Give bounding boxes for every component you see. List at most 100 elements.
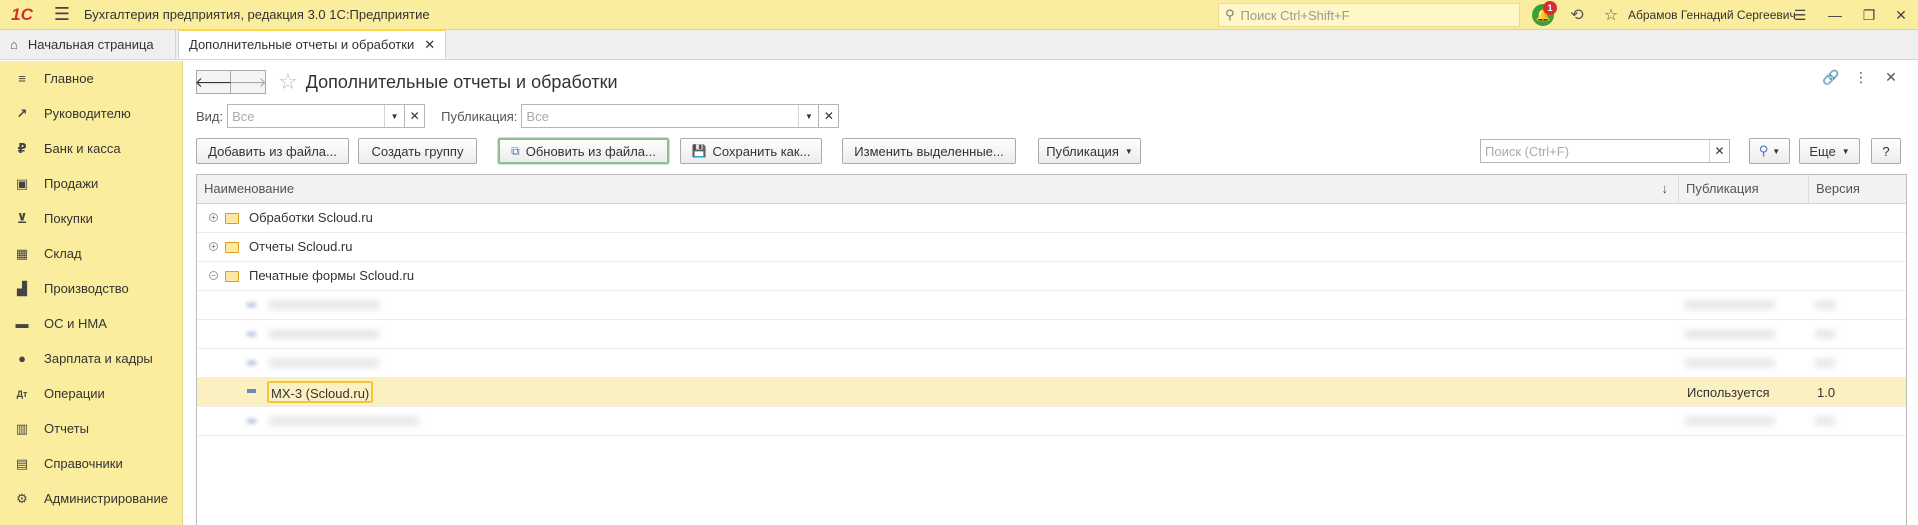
sidebar-item-administration[interactable]: ⚙ Администрирование [0,481,182,516]
redacted-publication [1685,291,1775,319]
chevron-down-icon[interactable]: ▼ [384,105,404,127]
clear-search-icon[interactable]: ✕ [1709,140,1729,162]
redacted-publication [1685,349,1775,377]
column-header-publication[interactable]: Публикация [1679,175,1809,203]
update-file-icon: ⧉ [511,143,520,158]
sidebar-item-bank[interactable]: ₽ Банк и касса [0,131,182,166]
favorite-star-icon[interactable]: ☆ [278,69,298,95]
table-row[interactable]: − Печатные формы Scloud.ru [197,262,1906,291]
sidebar-item-purchases[interactable]: ⊻ Покупки [0,201,182,236]
redacted-name [269,407,419,435]
expand-icon[interactable]: + [209,242,218,251]
trend-icon: ↗ [16,105,28,121]
help-button[interactable]: ? [1871,138,1901,164]
tab-bar: ⌂ Начальная страница Дополнительные отче… [0,29,1918,60]
sidebar-item-reports[interactable]: ▥ Отчеты [0,411,182,446]
truck-icon: ▬ [15,316,29,331]
publication-menu-button[interactable]: Публикация ▼ [1038,138,1141,164]
restore-icon[interactable]: ❐ [1852,0,1886,30]
history-icon[interactable]: ⟲ [1560,0,1594,30]
sidebar-item-salary[interactable]: ● Зарплата и кадры [0,341,182,376]
chevron-down-icon[interactable]: ▼ [798,105,818,127]
sidebar-item-label: Руководителю [44,106,131,121]
main-menu-icon[interactable]: ☰ [44,0,80,30]
close-tab-icon[interactable]: ✕ [424,37,435,53]
publication-filter-select[interactable]: Все ▼ [521,104,820,128]
sort-arrow-icon: ↓ [1661,181,1669,196]
change-selected-button[interactable]: Изменить выделенные... [842,138,1016,164]
redacted-name [269,291,379,319]
back-button[interactable]: 🡐 [195,70,232,94]
search-icon: ⚲ [1225,7,1235,22]
sidebar-item-manager[interactable]: ↗ Руководителю [0,96,182,131]
search-options-button[interactable]: ⚲ ▼ [1749,138,1790,164]
global-search-input[interactable]: ⚲ Поиск Ctrl+Shift+F [1218,3,1520,27]
kind-filter-select[interactable]: Все ▼ [227,104,406,128]
table-row-selected[interactable]: МХ-3 (Scloud.ru) Используется 1.0 [197,378,1906,407]
factory-icon: ▟ [17,280,27,296]
form-area: 🡐 🡒 ☆ Дополнительные отчеты и обработки … [184,61,1918,525]
row-name: Обработки Scloud.ru [249,210,373,225]
tab-home[interactable]: ⌂ Начальная страница [0,30,176,59]
person-icon: ● [18,351,26,366]
expand-icon[interactable]: + [209,213,218,222]
redacted-name [269,349,379,377]
link-icon[interactable]: 🔗 [1816,69,1846,86]
settings-menu-icon[interactable]: ☰ [1783,0,1817,30]
tab-additional-reports[interactable]: Дополнительные отчеты и обработки ✕ [178,29,447,59]
add-from-file-button[interactable]: Добавить из файла... [196,138,349,164]
table-row-redacted[interactable] [197,320,1906,349]
favorites-icon[interactable]: ☆ [1594,0,1628,30]
sidebar-item-catalogs[interactable]: ▤ Справочники [0,446,182,481]
forward-button[interactable]: 🡒 [229,70,267,94]
redacted-name [269,320,379,348]
row-name: Отчеты Scloud.ru [249,239,353,254]
column-header-version[interactable]: Версия [1809,175,1908,203]
notifications-button[interactable]: 🔔 1 [1526,0,1560,30]
home-icon: ⌂ [10,37,18,52]
list-search-input[interactable]: Поиск (Ctrl+F) ✕ [1480,139,1730,163]
collapse-icon[interactable]: − [209,271,218,280]
clear-kind-icon[interactable]: ✕ [405,104,426,128]
create-group-button[interactable]: Создать группу [358,138,477,164]
warehouse-icon: ▦ [15,245,29,261]
table-row-redacted[interactable] [197,291,1906,320]
1c-logo: 1С [11,4,33,24]
more-actions-icon[interactable]: ⋮ [1846,69,1876,86]
table-row[interactable]: + Отчеты Scloud.ru [197,233,1906,262]
clear-publication-icon[interactable]: ✕ [819,104,840,128]
minimize-icon[interactable]: — [1818,0,1852,30]
sidebar-item-label: Администрирование [44,491,168,506]
sidebar-item-main[interactable]: ≡ Главное [0,61,182,96]
sidebar-item-label: Отчеты [44,421,89,436]
sidebar-item-warehouse[interactable]: ▦ Склад [0,236,182,271]
save-as-label: Сохранить как... [712,143,811,159]
sidebar-item-label: Покупки [44,211,93,226]
sidebar-item-operations[interactable]: Дт Операции [0,376,182,411]
sidebar-item-sales[interactable]: ▣ Продажи [0,166,182,201]
sidebar-item-fixed-assets[interactable]: ▬ ОС и НМА [0,306,182,341]
folder-icon [225,242,239,253]
folder-icon [225,213,239,224]
close-form-icon[interactable]: ✕ [1876,69,1906,86]
bar-chart-icon: ▥ [15,420,29,436]
publication-filter-value: Все [526,108,549,124]
search-icon: ⚲ [1758,143,1769,158]
sidebar-item-production[interactable]: ▟ Производство [0,271,182,306]
column-header-name[interactable]: Наименование ↓ [197,175,1679,203]
table-row-redacted[interactable] [197,349,1906,378]
menu-icon: ≡ [18,71,26,86]
table-row-redacted[interactable] [197,407,1906,436]
table-row[interactable]: + Обработки Scloud.ru [197,204,1906,233]
save-as-button[interactable]: 💾 Сохранить как... [680,138,822,164]
table-header: Наименование ↓ Публикация Версия [197,175,1906,204]
app-title: Бухгалтерия предприятия, редакция 3.0 1С… [84,7,430,22]
more-button[interactable]: Еще ▼ [1799,138,1860,164]
publication-menu-label: Публикация [1046,143,1119,159]
user-name[interactable]: Абрамов Геннадий Сергеевич [1628,0,1796,30]
kind-filter-value: Все [232,108,255,124]
chevron-down-icon: ▼ [1841,146,1850,156]
close-window-icon[interactable]: ✕ [1884,0,1918,30]
item-icon [247,361,256,365]
update-from-file-button[interactable]: ⧉ Обновить из файла... [498,138,669,164]
